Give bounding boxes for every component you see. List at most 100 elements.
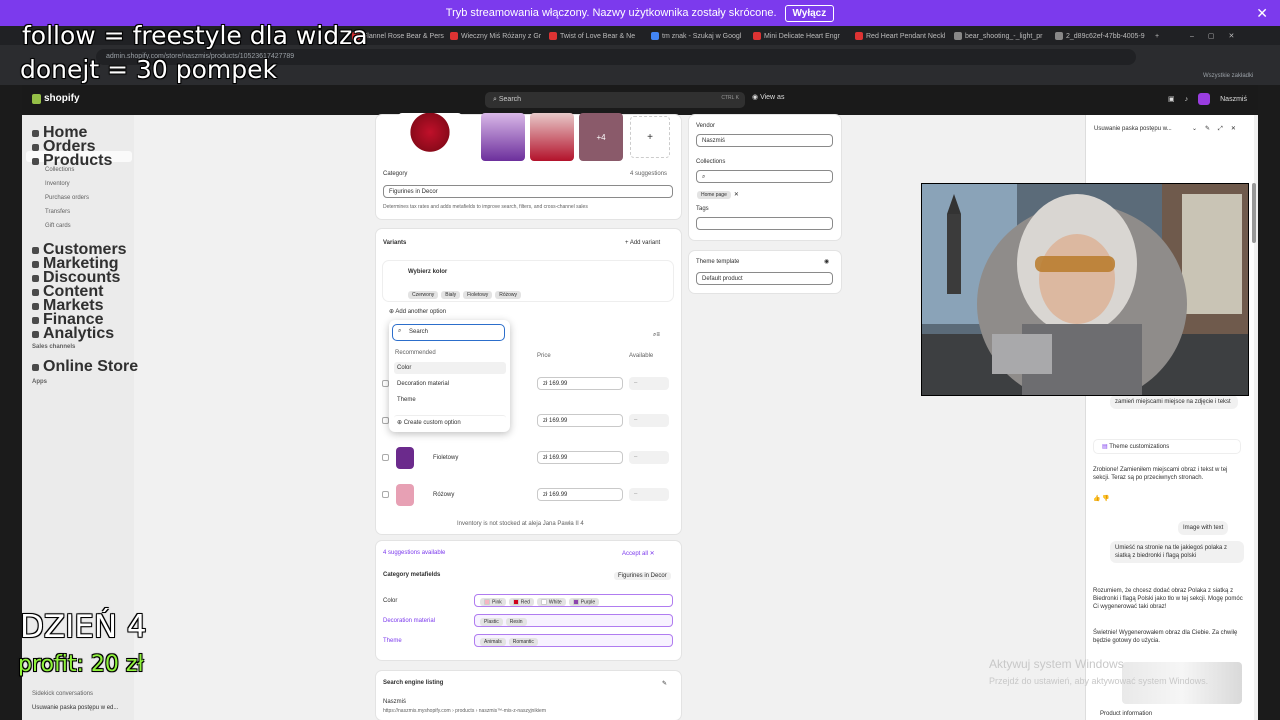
browser-tab[interactable]: 2_d89c62ef-47bb-4005-9 <box>1055 29 1147 43</box>
overlay-donate: donejt = 30 pompek <box>20 55 277 84</box>
price-field[interactable]: zł 169.99 <box>537 488 623 501</box>
browser-tab[interactable]: Red Heart Pendant Neckl <box>855 29 947 43</box>
available-field[interactable]: – <box>629 377 669 390</box>
overlay-profit: profit: 20 zł <box>18 652 144 677</box>
add-another-option[interactable]: ⊕ Add another option <box>389 308 446 315</box>
decoration-label: Decoration material <box>383 618 436 624</box>
sidebar-section-apps[interactable]: Apps <box>32 379 47 385</box>
disable-streaming-button[interactable]: Wyłącz <box>784 4 835 22</box>
color-label: Color <box>383 598 398 604</box>
dropdown-item-color[interactable]: Color <box>394 362 506 374</box>
sidebar-item-gift-cards[interactable]: Gift cards <box>45 223 71 229</box>
browser-tab[interactable]: bear_shooting_-_light_pr <box>954 29 1046 43</box>
sidebar-item-analytics[interactable]: Analytics <box>32 325 114 343</box>
price-field[interactable]: zł 169.99 <box>537 414 623 427</box>
browser-tab[interactable]: tm znak - Szukaj w Googl <box>651 29 743 43</box>
assistant-reply: Zrobione! Zamieniłem miejscami obraz i t… <box>1093 467 1228 481</box>
col-available: Available <box>629 353 654 359</box>
variant-name[interactable]: Różowy <box>433 492 454 498</box>
user-message: zamień miejscami miejsce na zdjęcie i te… <box>1110 395 1238 409</box>
dropdown-item-theme[interactable]: Theme <box>394 394 506 406</box>
more-images[interactable]: +4 <box>579 113 623 161</box>
view-as-button[interactable]: ◉ View as <box>752 93 784 101</box>
shopify-logo[interactable]: shopify <box>32 93 80 104</box>
search-filter-icon[interactable]: ⌕≡ <box>653 332 660 339</box>
decoration-metafield[interactable]: Plastic Resin <box>474 614 673 627</box>
color-chip[interactable]: White <box>536 598 566 607</box>
create-custom-option[interactable]: ⊕ Create custom option <box>394 415 506 429</box>
row-checkbox[interactable] <box>382 417 389 424</box>
available-field[interactable]: – <box>629 488 669 501</box>
color-chip[interactable]: Pink <box>480 598 506 607</box>
admin-search[interactable]: ⌕ Search CTRL K <box>485 92 745 108</box>
feedback-icons[interactable]: 👍 👎 <box>1093 495 1110 503</box>
variants-title: Variants <box>383 240 407 246</box>
scrollbar[interactable] <box>1252 183 1256 243</box>
browser-tab[interactable]: Mini Delicate Heart Engr <box>753 29 845 43</box>
sidekick-conversation-item[interactable]: Usuwanie paska postępu w ed... <box>32 705 118 711</box>
browser-tab[interactable]: Twist of Love Bear & Ne <box>549 29 641 43</box>
streamer-webcam-image <box>922 184 1248 395</box>
dropdown-recommended: Recommended <box>395 350 436 356</box>
vendor-field[interactable]: Naszmiś <box>696 134 833 147</box>
avatar[interactable] <box>1198 93 1211 105</box>
collection-chip[interactable]: Home page ✕ <box>697 191 739 199</box>
variant-name[interactable]: Fioletowy <box>433 455 458 461</box>
add-media-button[interactable]: + <box>630 116 670 158</box>
all-bookmarks[interactable]: Wszystkie zakładki <box>1203 73 1253 79</box>
browser-tab[interactable]: Wieczny Miś Różany z Gr <box>450 29 542 43</box>
windows-activation: Aktywuj system Windows <box>989 657 1124 671</box>
new-tab-icon[interactable]: + <box>1155 29 1165 43</box>
suggestions-label: 4 suggestions available <box>383 550 446 556</box>
banner-text: Tryb streamowania włączony. Nazwy użytko… <box>445 7 777 19</box>
store-icon[interactable]: ▣ <box>1168 95 1175 103</box>
theme-customizations[interactable]: ▤ Theme customizations <box>1093 439 1241 454</box>
option-search-input[interactable]: ⌕ Search <box>392 324 505 341</box>
windows-activation-sub: Przejdź do ustawień, aby aktywować syste… <box>989 676 1209 686</box>
row-checkbox[interactable] <box>382 380 389 387</box>
seo-url: https://naszmis.myshopify.com › products… <box>383 708 546 714</box>
product-image[interactable] <box>530 113 574 161</box>
variant-image[interactable] <box>396 484 414 506</box>
tags-field[interactable] <box>696 217 833 230</box>
sidebar-item-inventory[interactable]: Inventory <box>45 181 70 187</box>
variant-image[interactable] <box>396 447 414 469</box>
color-chip[interactable]: Purple <box>568 598 600 607</box>
close-icon[interactable]: ✕ <box>1256 5 1268 22</box>
sidebar-item-collections[interactable]: Collections <box>45 167 74 173</box>
dropdown-item-decoration[interactable]: Decoration material <box>394 378 506 390</box>
sidekick-controls[interactable]: ⌄✎⤢✕ <box>1192 125 1244 133</box>
collections-label: Collections <box>696 159 726 165</box>
collections-field[interactable]: ⌕ <box>696 170 833 183</box>
category-suggestions[interactable]: 4 suggestions <box>630 171 667 177</box>
color-metafield[interactable]: Pink Red White Purple <box>474 594 673 607</box>
product-image[interactable] <box>481 113 525 161</box>
accept-all-button[interactable]: Accept all ✕ <box>622 550 655 557</box>
search-icon: ⌕ <box>702 174 706 180</box>
edit-icon[interactable]: ✎ <box>662 680 667 687</box>
sidebar-section-sidekick[interactable]: Sidekick conversations <box>32 691 93 697</box>
product-info[interactable]: Product information <box>1100 710 1152 718</box>
color-chip[interactable]: Red <box>508 598 534 607</box>
row-checkbox[interactable] <box>382 491 389 498</box>
row-checkbox[interactable] <box>382 454 389 461</box>
metafields-title: Category metafields <box>383 572 441 578</box>
category-select[interactable]: Figurines in Decor <box>383 185 673 198</box>
sidebar-item-transfers[interactable]: Transfers <box>45 209 70 215</box>
product-image[interactable] <box>398 113 462 161</box>
store-name[interactable]: Naszmiś <box>1220 96 1247 103</box>
bell-icon[interactable]: ♪ <box>1185 96 1189 103</box>
sidebar-item-online-store[interactable]: Online Store <box>32 358 138 376</box>
add-variant-button[interactable]: + Add variant <box>625 240 660 246</box>
window-controls[interactable]: –▢✕ <box>1190 29 1270 43</box>
theme-metafield[interactable]: Animals Romantic <box>474 634 673 647</box>
sidebar-section-sales-channels[interactable]: Sales channels <box>32 344 75 350</box>
sidekick-title[interactable]: Usuwanie paska postępu w... <box>1094 125 1184 133</box>
available-field[interactable]: – <box>629 414 669 427</box>
eye-icon[interactable]: ◉ <box>824 258 829 265</box>
available-field[interactable]: – <box>629 451 669 464</box>
theme-template-select[interactable]: Default product <box>696 272 833 285</box>
price-field[interactable]: zł 169.99 <box>537 377 623 390</box>
sidebar-item-purchase-orders[interactable]: Purchase orders <box>45 195 89 201</box>
price-field[interactable]: zł 169.99 <box>537 451 623 464</box>
